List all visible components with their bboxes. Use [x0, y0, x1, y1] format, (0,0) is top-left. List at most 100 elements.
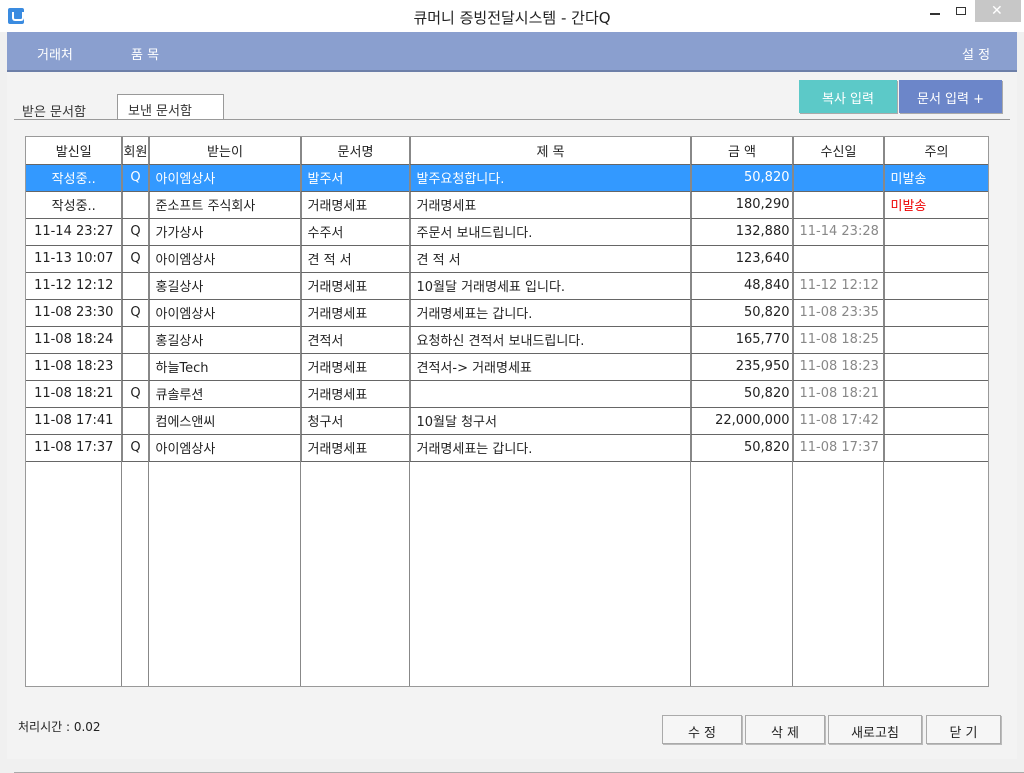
tab-sent-box[interactable]: 보낸 문서함 [117, 94, 224, 120]
cell-received-date: 11-08 17:37 [793, 434, 885, 462]
cell-amount: 50,820 [691, 380, 794, 408]
col-recipient[interactable]: 받는이 [149, 137, 302, 165]
cell-note [884, 299, 988, 327]
table-row[interactable]: 작성중.. Q 아이엠상사 발주서 발주요청합니다. 50,820 미발송 [26, 164, 988, 192]
edit-button[interactable]: 수 정 [662, 715, 742, 744]
table-row[interactable]: 11-08 17:37 Q 아이엠상사 거래명세표 거래명세표는 갑니다. 50,820 1… [26, 434, 988, 462]
cell-doc-name: 거래명세표 [301, 353, 411, 381]
cell-amount: 50,820 [691, 299, 794, 327]
cell-member [122, 272, 150, 300]
cell-subject: 요청하신 견적서 보내드립니다. [410, 326, 692, 354]
cell-sent-date: 작성중.. [26, 164, 123, 192]
document-table: 발신일 회원 받는이 문서명 제 목 금 액 수신일 주의 작성중.. Q 아이엠상… [25, 136, 989, 687]
cell-recipient: 가가상사 [149, 218, 302, 246]
cell-recipient: 아이엠상사 [149, 434, 302, 462]
col-doc-name[interactable]: 문서명 [301, 137, 411, 165]
col-member[interactable]: 회원 [122, 137, 150, 165]
cell-recipient: 아이엠상사 [149, 245, 302, 273]
table-row[interactable]: 11-12 12:12 홍길상사 거래명세표 10월달 거래명세표 입니다. 48,84… [26, 272, 988, 300]
table-row[interactable]: 11-08 17:41 컴에스앤씨 청구서 10월달 청구서 22,000,000 11-… [26, 407, 988, 435]
col-received-date[interactable]: 수신일 [793, 137, 885, 165]
cell-subject: 견 적 서 [410, 245, 692, 273]
col-subject[interactable]: 제 목 [410, 137, 692, 165]
cell-received-date: 11-08 23:35 [793, 299, 885, 327]
column-divider [121, 137, 122, 686]
cell-recipient: 하늘Tech [149, 353, 302, 381]
tab-received-box[interactable]: 받은 문서함 [22, 101, 86, 120]
cell-doc-name: 거래명세표 [301, 272, 411, 300]
cell-amount: 22,000,000 [691, 407, 794, 435]
cell-note: 미발송 [884, 164, 988, 192]
menu-item-settings[interactable]: 설 정 [962, 44, 990, 63]
cell-amount: 50,820 [691, 164, 794, 192]
tab-divider [14, 119, 1010, 120]
column-divider [300, 137, 301, 686]
cell-received-date: 11-12 12:12 [793, 272, 885, 300]
cell-subject: 거래명세표는 갑니다. [410, 434, 692, 462]
cell-note [884, 218, 988, 246]
cell-subject: 주문서 보내드립니다. [410, 218, 692, 246]
cell-member [122, 353, 150, 381]
table-row[interactable]: 11-08 18:23 하늘Tech 거래명세표 견적서-> 거래명세표 235,950… [26, 353, 988, 381]
cell-received-date [793, 164, 885, 192]
col-amount[interactable]: 금 액 [691, 137, 794, 165]
menu-bar: 거래처 품 목 설 정 [7, 32, 1017, 72]
cell-sent-date: 11-14 23:27 [26, 218, 123, 246]
cell-recipient: 아이엠상사 [149, 299, 302, 327]
maximize-icon [956, 7, 966, 15]
table-row[interactable]: 작성중.. 준소프트 주식회사 거래명세표 거래명세표 180,290 미발송 [26, 191, 988, 219]
cell-member: Q [122, 380, 150, 408]
cell-member [122, 407, 150, 435]
table-row[interactable]: 11-13 10:07 Q 아이엠상사 견 적 서견 적 서 123,640 [26, 245, 988, 273]
col-sent-date[interactable]: 발신일 [26, 137, 123, 165]
cell-recipient: 홍길상사 [149, 326, 302, 354]
cell-note [884, 434, 988, 462]
cell-note: 미발송 [884, 191, 988, 219]
cell-recipient: 컴에스앤씨 [149, 407, 302, 435]
menu-item-products[interactable]: 품 목 [131, 44, 159, 63]
table: 발신일 회원 받는이 문서명 제 목 금 액 수신일 주의 작성중.. Q 아이엠상… [26, 137, 988, 462]
cell-received-date: 11-08 17:42 [793, 407, 885, 435]
minimize-icon [930, 13, 940, 15]
table-row[interactable]: 11-14 23:27 Q 가가상사 수주서 주문서 보내드립니다. 132,880 11-… [26, 218, 988, 246]
close-window-button[interactable]: 닫 기 [926, 715, 1001, 744]
cell-member: Q [122, 218, 150, 246]
column-divider [409, 137, 410, 686]
cell-sent-date: 11-12 12:12 [26, 272, 123, 300]
cell-note [884, 326, 988, 354]
delete-button[interactable]: 삭 제 [745, 715, 825, 744]
cell-recipient: 홍길상사 [149, 272, 302, 300]
close-button[interactable]: ✕ [975, 0, 1021, 22]
table-row[interactable]: 11-08 23:30 Q 아이엠상사 거래명세표 거래명세표는 갑니다. 50,820 1… [26, 299, 988, 327]
minimize-button[interactable] [920, 0, 950, 22]
cell-member: Q [122, 299, 150, 327]
column-divider [148, 137, 149, 686]
cell-subject: 발주요청합니다. [410, 164, 692, 192]
doc-input-button[interactable]: 문서 입력 + [899, 80, 1002, 113]
refresh-button[interactable]: 새로고침 [828, 715, 922, 744]
cell-doc-name: 발주서 [301, 164, 411, 192]
menu-item-partners[interactable]: 거래처 [37, 44, 73, 63]
cell-subject [410, 380, 692, 408]
cell-doc-name: 거래명세표 [301, 434, 411, 462]
table-row[interactable]: 11-08 18:21 Q 큐솔루션 거래명세표 50,820 11-08 18:21 [26, 380, 988, 408]
column-divider [792, 137, 793, 686]
cell-amount: 235,950 [691, 353, 794, 381]
cell-received-date: 11-08 18:23 [793, 353, 885, 381]
cell-sent-date: 11-08 23:30 [26, 299, 123, 327]
cell-received-date: 11-14 23:28 [793, 218, 885, 246]
table-row[interactable]: 11-08 18:24 홍길상사 견적서 요청하신 견적서 보내드립니다. 165,77… [26, 326, 988, 354]
cell-recipient: 큐솔루션 [149, 380, 302, 408]
cell-doc-name: 거래명세표 [301, 299, 411, 327]
cell-sent-date: 11-08 18:21 [26, 380, 123, 408]
cell-amount: 123,640 [691, 245, 794, 273]
cell-received-date: 11-08 18:25 [793, 326, 885, 354]
status-text: 처리시간 : 0.02 [18, 720, 101, 734]
col-note[interactable]: 주의 [884, 137, 988, 165]
cell-amount: 180,290 [691, 191, 794, 219]
cell-member: Q [122, 434, 150, 462]
cell-recipient: 아이엠상사 [149, 164, 302, 192]
copy-input-button[interactable]: 복사 입력 [799, 80, 897, 113]
cell-subject: 거래명세표 [410, 191, 692, 219]
maximize-button[interactable] [950, 0, 972, 22]
